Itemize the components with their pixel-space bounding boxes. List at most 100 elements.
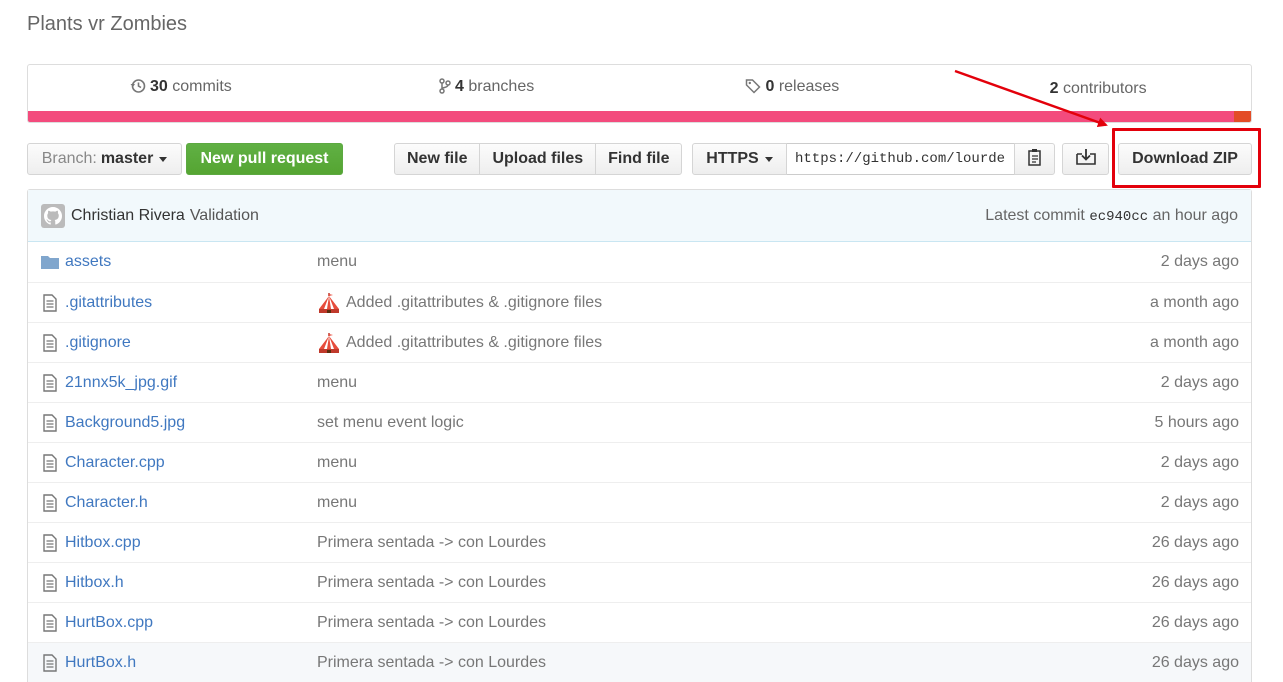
file-age: 26 days ago [1151, 573, 1239, 591]
copy-to-clipboard-button[interactable] [1014, 143, 1055, 175]
language-bar[interactable] [28, 111, 1251, 122]
file-name-link[interactable]: .gitignore [65, 334, 317, 352]
file-navigation: Branch: master New pull request New file… [27, 143, 1252, 175]
file-name-link[interactable]: 21nnx5k_jpg.gif [65, 374, 317, 392]
branch-icon [439, 78, 451, 99]
file-commit-message: menu [317, 253, 357, 271]
github-octocat-icon [44, 206, 62, 225]
file-list: Christian Rivera Validation Latest commi… [27, 189, 1252, 682]
file-name-link[interactable]: Background5.jpg [65, 414, 317, 432]
branches-link[interactable]: 4 branches [334, 78, 640, 99]
releases-count: 0 [765, 78, 775, 95]
contributors-link[interactable]: 2 contributors [945, 80, 1251, 98]
file-commit-message: Primera sentada -> con Lourdes [317, 574, 546, 592]
annotation-highlight-box [1112, 128, 1261, 188]
file-commit-message: set menu event logic [317, 414, 464, 432]
commit-message-link[interactable]: Primera sentada -> con Lourdes [317, 614, 546, 632]
file-commit-message: Added .gitattributes & .gitignore files [317, 292, 602, 314]
commit-message-link[interactable]: Primera sentada -> con Lourdes [317, 534, 546, 552]
branch-select-button[interactable]: Branch: master [27, 143, 182, 175]
table-row: Hitbox.cpp Primera sentada -> con Lourdes… [28, 522, 1251, 562]
circus-tent-icon [317, 292, 341, 314]
commit-message-link[interactable]: Primera sentada -> con Lourdes [317, 654, 546, 672]
file-age: 26 days ago [1151, 613, 1239, 631]
file-commit-message: menu [317, 494, 357, 512]
commits-link[interactable]: 30 commits [28, 78, 334, 99]
file-icon [40, 653, 60, 673]
file-commit-message: menu [317, 454, 357, 472]
clone-url-group: HTTPS [692, 143, 1055, 175]
file-icon [40, 413, 60, 433]
commit-message-link[interactable]: menu [317, 454, 357, 472]
contributors-label: contributors [1063, 79, 1147, 97]
file-age: 2 days ago [1160, 493, 1239, 511]
latest-commit-label: Latest commit [985, 206, 1085, 224]
branch-select-label: Branch: [41, 150, 97, 167]
file-age: 5 hours ago [1154, 413, 1239, 431]
releases-link[interactable]: 0 releases [640, 78, 946, 99]
commits-count: 30 [149, 78, 168, 95]
file-icon [40, 573, 60, 593]
file-icon [40, 333, 60, 353]
file-age: 2 days ago [1160, 453, 1239, 471]
file-age: 2 days ago [1160, 373, 1239, 391]
file-commit-message: Primera sentada -> con Lourdes [317, 654, 546, 672]
file-age: 26 days ago [1151, 533, 1239, 551]
commit-message-link[interactable]: Added .gitattributes & .gitignore files [346, 334, 602, 352]
file-name-link[interactable]: HurtBox.h [65, 654, 317, 672]
file-name-link[interactable]: Hitbox.cpp [65, 534, 317, 552]
desktop-download-icon [1075, 148, 1096, 171]
file-icon [40, 533, 60, 553]
commit-message-link[interactable]: set menu event logic [317, 414, 464, 432]
clone-url-input[interactable] [787, 143, 1014, 175]
file-commit-message: Added .gitattributes & .gitignore files [317, 332, 602, 354]
upload-files-button[interactable]: Upload files [479, 143, 597, 175]
commit-message-link[interactable]: menu [317, 494, 357, 512]
releases-label: releases [778, 78, 840, 95]
caret-down-icon [764, 156, 773, 162]
commit-age: an hour ago [1152, 206, 1238, 224]
table-row: HurtBox.cpp Primera sentada -> con Lourde… [28, 602, 1251, 642]
contributors-count: 2 [1049, 79, 1059, 97]
branches-count: 4 [455, 78, 464, 95]
table-row: Hitbox.h Primera sentada -> con Lourdes 26… [28, 562, 1251, 602]
file-icon [40, 493, 60, 513]
latest-commit-bar: Christian Rivera Validation Latest commi… [28, 190, 1251, 242]
folder-icon [40, 252, 60, 272]
table-row: Background5.jpg set menu event logic 5 hou… [28, 402, 1251, 442]
file-age: a month ago [1150, 293, 1239, 311]
open-in-desktop-button[interactable] [1062, 143, 1109, 175]
find-file-button[interactable]: Find file [595, 143, 683, 175]
tag-icon [745, 78, 762, 99]
repo-summary: 30 commits 4 branches 0 releases 2 contr… [27, 64, 1252, 123]
clone-protocol-button[interactable]: HTTPS [692, 143, 787, 175]
commit-message-link[interactable]: Primera sentada -> con Lourdes [317, 574, 546, 592]
file-age: 26 days ago [1151, 653, 1239, 671]
file-rows: assets menu 2 days ago .gitattributes Added … [28, 242, 1251, 682]
caret-down-icon [159, 156, 168, 162]
file-commit-message: Primera sentada -> con Lourdes [317, 534, 546, 552]
file-commit-message: Primera sentada -> con Lourdes [317, 614, 546, 632]
file-name-link[interactable]: HurtBox.cpp [65, 614, 317, 632]
file-commit-message: menu [317, 374, 357, 392]
commit-message-link[interactable]: menu [317, 374, 357, 392]
table-row: 21nnx5k_jpg.gif menu 2 days ago [28, 362, 1251, 402]
table-row: Character.h menu 2 days ago [28, 482, 1251, 522]
file-name-link[interactable]: assets [65, 253, 317, 271]
commit-message-link[interactable]: menu [317, 253, 357, 271]
circus-tent-icon [317, 332, 341, 354]
file-name-link[interactable]: Character.cpp [65, 454, 317, 472]
commit-sha[interactable]: ec940cc [1089, 209, 1148, 225]
new-pull-request-button[interactable]: New pull request [186, 143, 343, 175]
commit-author[interactable]: Christian Rivera [71, 207, 185, 225]
table-row: assets menu 2 days ago [28, 242, 1251, 282]
avatar[interactable] [41, 203, 65, 228]
new-file-button[interactable]: New file [394, 143, 481, 175]
file-name-link[interactable]: Hitbox.h [65, 574, 317, 592]
file-name-link[interactable]: Character.h [65, 494, 317, 512]
repo-description: Plants vr Zombies [27, 13, 188, 35]
file-name-link[interactable]: .gitattributes [65, 294, 317, 312]
table-row: HurtBox.h Primera sentada -> con Lourdes 2… [28, 642, 1251, 682]
commit-message-link[interactable]: Added .gitattributes & .gitignore files [346, 294, 602, 312]
commit-message[interactable]: Validation [190, 207, 259, 225]
